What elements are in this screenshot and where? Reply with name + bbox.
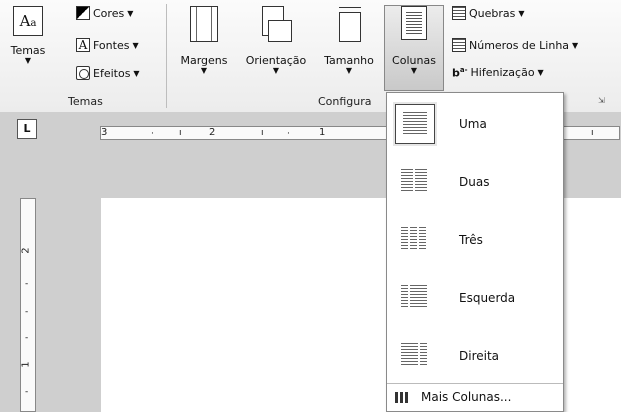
chevron-down-icon: ▼ [127, 8, 134, 18]
ruler-tick: · [287, 129, 290, 139]
cores-label: Cores [93, 6, 125, 20]
ruler-tick: - [25, 279, 29, 289]
colors-icon [76, 6, 90, 20]
column-option-label: Uma [459, 117, 487, 131]
colunas-button[interactable]: Colunas ▼ [384, 6, 444, 75]
ruler-tick: - [25, 387, 29, 397]
fontes-button[interactable]: A Fontes ▼ [76, 38, 139, 52]
ruler-number: 2 [20, 247, 32, 254]
ruler-number: 1 [20, 361, 32, 368]
chevron-down-icon: ▼ [24, 56, 32, 65]
fontes-label: Fontes [93, 38, 130, 52]
column-option-label: Três [459, 233, 483, 247]
efeitos-button[interactable]: Efeitos ▼ [76, 66, 140, 80]
group-separator [166, 4, 167, 108]
ruler-number: 2 [209, 127, 216, 138]
chevron-down-icon: ▼ [272, 66, 280, 75]
dialog-launcher-icon[interactable]: ⇲ [598, 96, 605, 105]
column-option-duas[interactable]: Duas [391, 155, 559, 209]
columns-icon [401, 6, 427, 40]
ruler-tick: - [25, 333, 29, 343]
more-columns-icon [395, 391, 409, 403]
efeitos-label: Efeitos [93, 66, 131, 80]
chevron-down-icon: ▼ [132, 40, 139, 50]
margins-icon [190, 6, 218, 42]
tab-stop-selector[interactable]: L [17, 119, 37, 139]
ruler-number: 1 [319, 127, 326, 138]
chevron-down-icon: ▼ [200, 66, 208, 75]
right-column-icon [395, 336, 435, 376]
fonts-icon: A [76, 38, 90, 52]
numeros-linha-button[interactable]: Números de Linha ▼ [452, 38, 578, 52]
margens-button[interactable]: Margens ▼ [172, 6, 236, 75]
numeros-linha-label: Números de Linha [469, 38, 570, 52]
chevron-down-icon: ▼ [537, 68, 544, 78]
more-columns-label: Mais Colunas... [421, 390, 512, 404]
two-columns-icon [395, 162, 435, 202]
column-option-esquerda[interactable]: Esquerda [391, 271, 559, 325]
ruler-tick: · [151, 129, 154, 139]
temas-group-label: Temas [68, 95, 103, 108]
column-option-uma[interactable]: Uma [391, 97, 559, 151]
line-numbers-icon [452, 38, 466, 52]
ruler-tick: ı [261, 128, 264, 138]
effects-icon [76, 66, 90, 80]
config-group-label: Configura [318, 95, 372, 108]
ruler-number: 3 [101, 127, 108, 138]
columns-dropdown-menu: Uma Duas Três Esquerda Direita Mais Colu… [386, 92, 564, 412]
quebras-button[interactable]: Quebras ▼ [452, 6, 525, 20]
column-option-direita[interactable]: Direita [391, 329, 559, 383]
orientation-icon [262, 6, 292, 42]
themes-icon: Aa [13, 6, 43, 36]
hifenizacao-button[interactable]: ba- Hifenização ▼ [452, 66, 544, 80]
chevron-down-icon: ▼ [345, 66, 353, 75]
more-columns-button[interactable]: Mais Colunas... [387, 383, 563, 410]
quebras-label: Quebras [469, 6, 516, 20]
three-columns-icon [395, 220, 435, 260]
chevron-down-icon: ▼ [133, 68, 140, 78]
breaks-icon [452, 6, 466, 20]
ruler-tick: ı [179, 128, 182, 138]
one-column-icon [395, 104, 435, 144]
tamanho-button[interactable]: Tamanho ▼ [316, 6, 382, 75]
ruler-tick: ı [591, 128, 594, 138]
column-option-label: Duas [459, 175, 490, 189]
size-icon [335, 6, 363, 42]
orientacao-button[interactable]: Orientação ▼ [238, 6, 314, 75]
vertical-ruler[interactable]: 2 1 - - - - [20, 198, 36, 412]
left-column-icon [395, 278, 435, 318]
hifenizacao-label: Hifenização [470, 66, 535, 80]
column-option-tres[interactable]: Três [391, 213, 559, 267]
chevron-down-icon: ▼ [410, 66, 418, 75]
chevron-down-icon: ▼ [518, 8, 525, 18]
column-option-label: Direita [459, 349, 500, 363]
temas-button[interactable]: Aa Temas ▼ [6, 6, 50, 65]
cores-button[interactable]: Cores ▼ [76, 6, 133, 20]
ruler-tick: - [25, 307, 29, 317]
hyphenation-icon: ba- [452, 66, 468, 80]
column-option-label: Esquerda [459, 291, 516, 305]
chevron-down-icon: ▼ [572, 40, 579, 50]
